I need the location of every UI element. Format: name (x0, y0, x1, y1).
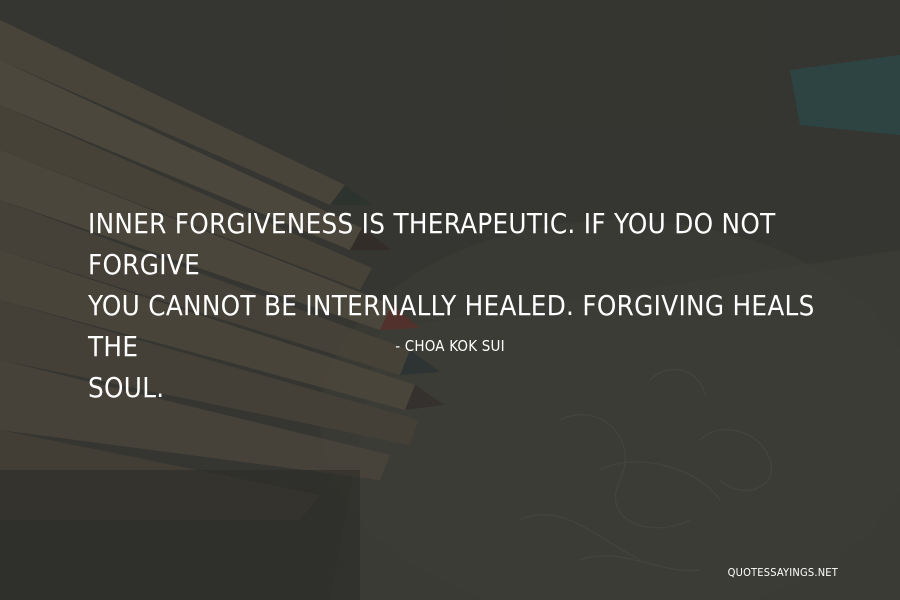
quote-line-1: INNER FORGIVENESS IS THERAPEUTIC. IF YOU… (88, 208, 776, 281)
quote-text: INNER FORGIVENESS IS THERAPEUTIC. IF YOU… (88, 204, 848, 409)
quote-card: INNER FORGIVENESS IS THERAPEUTIC. IF YOU… (0, 0, 900, 600)
site-watermark: QUOTESSAYINGS.NET (727, 566, 838, 579)
quote-line-3: SOUL. (88, 372, 165, 404)
quote-author: - CHOA KOK SUI (395, 337, 505, 355)
